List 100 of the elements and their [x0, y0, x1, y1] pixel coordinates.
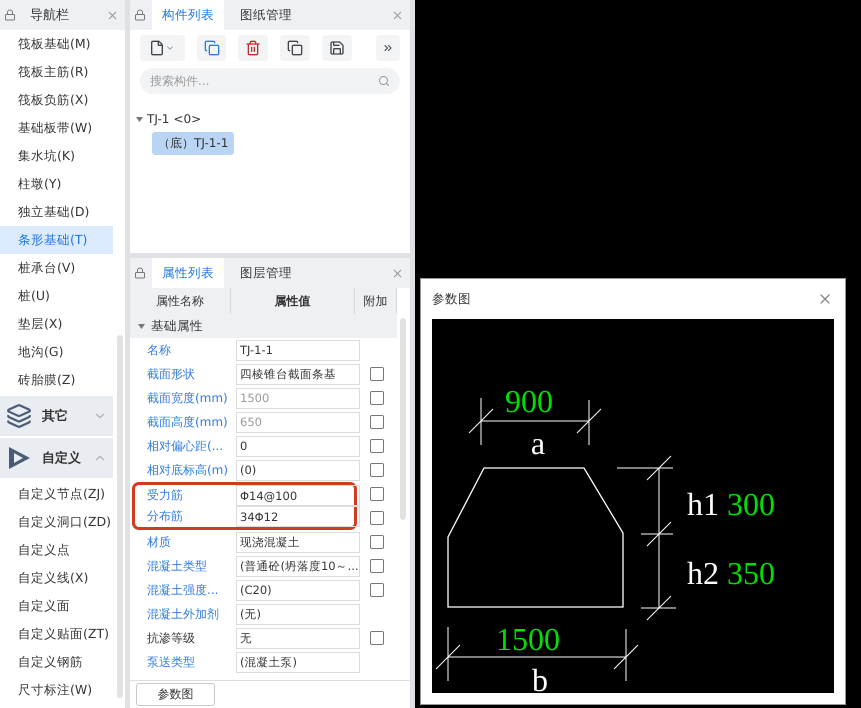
group-row[interactable]: 基础属性	[130, 314, 397, 338]
nav-item[interactable]: 自定义洞口(ZD)	[0, 508, 113, 536]
duplicate-button[interactable]	[280, 34, 310, 60]
property-value-field[interactable]: TJ-1-1	[236, 340, 360, 360]
property-name: 截面宽度(mm)	[146, 390, 229, 406]
checkbox[interactable]	[370, 439, 384, 453]
dimension-value: 900	[505, 383, 553, 419]
nav-item[interactable]: 筏板负筋(X)	[0, 86, 113, 114]
close-icon[interactable]	[391, 8, 404, 22]
nav-item[interactable]: 基础板带(W)	[0, 114, 113, 142]
search-icon[interactable]	[378, 75, 390, 87]
nav-item[interactable]: 条形基础(T)	[0, 226, 113, 254]
checkbox[interactable]	[370, 559, 384, 573]
tree-item[interactable]: （底）TJ-1-1	[152, 132, 234, 155]
property-value-field[interactable]: (C20)	[236, 580, 360, 600]
property-value-field[interactable]: (混凝土泵)	[236, 652, 360, 672]
count-label: <0>	[173, 112, 202, 126]
nav-item[interactable]: 独立基础(D)	[0, 198, 113, 226]
nav-item[interactable]: 垫层(X)	[0, 310, 113, 338]
nav-item[interactable]: 筏板基础(M)	[0, 30, 113, 58]
dimension-label: a	[530, 425, 546, 461]
nav-item[interactable]: 尺寸标注(W)	[0, 676, 113, 704]
triangle-logo-icon	[6, 445, 32, 471]
property-name: 抗渗等级	[146, 630, 196, 646]
copy-icon	[204, 40, 220, 56]
more-button[interactable]	[376, 34, 400, 60]
save-icon	[328, 40, 345, 56]
property-value-field[interactable]: 0	[236, 436, 360, 456]
save-button[interactable]	[322, 34, 352, 60]
layers-icon	[6, 403, 32, 429]
property-value-field[interactable]: (0)	[236, 460, 360, 480]
property-name: 相对底标高(m)	[146, 462, 230, 478]
checkbox[interactable]	[370, 511, 384, 525]
nav-item[interactable]: 自定义钢筋	[0, 648, 113, 676]
property-name: 泵送类型	[146, 654, 196, 670]
tab[interactable]: 构件列表	[152, 0, 224, 30]
nav-item[interactable]: 柱墩(Y)	[0, 170, 113, 198]
tab[interactable]: 图层管理	[230, 258, 302, 288]
checkbox[interactable]	[370, 367, 384, 381]
copy-button[interactable]	[196, 34, 226, 60]
lock-icon[interactable]	[4, 9, 16, 21]
nav-item[interactable]: 自定义面	[0, 592, 113, 620]
nav-item[interactable]: 自定义线(X)	[0, 564, 113, 592]
lock-icon[interactable]	[134, 9, 146, 21]
caret-icon[interactable]	[136, 116, 143, 122]
property-value-field[interactable]: 现浇混凝土	[236, 532, 360, 552]
nav-item[interactable]: 筏板主筋(R)	[0, 58, 113, 86]
panel-title: 导航栏	[29, 7, 70, 24]
dimension-label: b	[532, 662, 548, 693]
property-value-field[interactable]: Φ14@100	[236, 485, 360, 506]
nav-item[interactable]: 桩(U)	[0, 282, 113, 310]
property-name: 混凝土外加剂	[146, 606, 220, 622]
property-name: 截面高度(mm)	[146, 414, 229, 430]
checkbox[interactable]	[370, 463, 384, 477]
dimension-value: 1500	[496, 621, 560, 657]
property-name: 相对偏心距(...	[146, 438, 224, 454]
close-icon[interactable]	[391, 266, 404, 280]
nav-item[interactable]: 自定义点	[0, 536, 113, 564]
drawing-canvas[interactable]: 参数图 900 a h1 300 h2 350 1500 b	[415, 0, 861, 708]
dimension-value: 350	[727, 555, 775, 591]
diagram-button[interactable]: 参数图	[136, 683, 215, 706]
caret-icon[interactable]	[138, 324, 145, 328]
close-icon[interactable]	[106, 8, 119, 22]
checkbox[interactable]	[370, 583, 384, 597]
property-value-field[interactable]: 34Φ12	[236, 506, 360, 527]
dimension-value: 300	[727, 486, 775, 522]
property-value-field[interactable]: (普通砼(坍落度10～...	[236, 556, 360, 576]
nav-group-header[interactable]: 其它	[0, 396, 113, 436]
dimension-label: h1	[687, 486, 719, 522]
property-name: 截面形状	[146, 366, 196, 382]
copy-icon	[287, 40, 304, 56]
tab[interactable]: 属性列表	[152, 258, 224, 288]
property-name: 名称	[146, 342, 172, 358]
checkbox[interactable]	[370, 631, 384, 645]
property-value-field[interactable]: 四棱锥台截面条基	[236, 364, 360, 384]
nav-item[interactable]: 集水坑(K)	[0, 142, 113, 170]
tab[interactable]: 图纸管理	[230, 0, 302, 30]
property-name: 受力筋	[146, 487, 184, 504]
property-value-field[interactable]: 无	[236, 628, 360, 648]
nav-item[interactable]: 桩承台(V)	[0, 254, 113, 282]
lock-icon[interactable]	[134, 267, 146, 279]
property-name: 混凝土强度...	[146, 582, 220, 598]
property-value-field[interactable]: (无)	[236, 604, 360, 624]
dialog-title: 参数图	[432, 290, 472, 308]
dimension-label: h2	[687, 555, 719, 591]
tree-item[interactable]: TJ-1	[147, 112, 170, 126]
property-name: 材质	[146, 534, 172, 550]
nav-item[interactable]: 自定义节点(ZJ)	[0, 480, 113, 508]
property-name: 分布筋	[146, 508, 184, 525]
nav-item[interactable]: 地沟(G)	[0, 338, 113, 366]
nav-group-header[interactable]: 自定义	[0, 438, 113, 478]
delete-button[interactable]	[238, 34, 268, 60]
nav-item[interactable]: 砖胎膜(Z)	[0, 366, 113, 394]
nav-item[interactable]: 自定义贴面(ZT)	[0, 620, 113, 648]
search-field[interactable]: 搜索构件...	[140, 68, 400, 94]
new-button[interactable]	[140, 34, 185, 60]
property-name: 混凝土类型	[146, 558, 208, 574]
trash-icon	[245, 40, 262, 56]
checkbox[interactable]	[370, 487, 384, 501]
checkbox[interactable]	[370, 535, 384, 549]
